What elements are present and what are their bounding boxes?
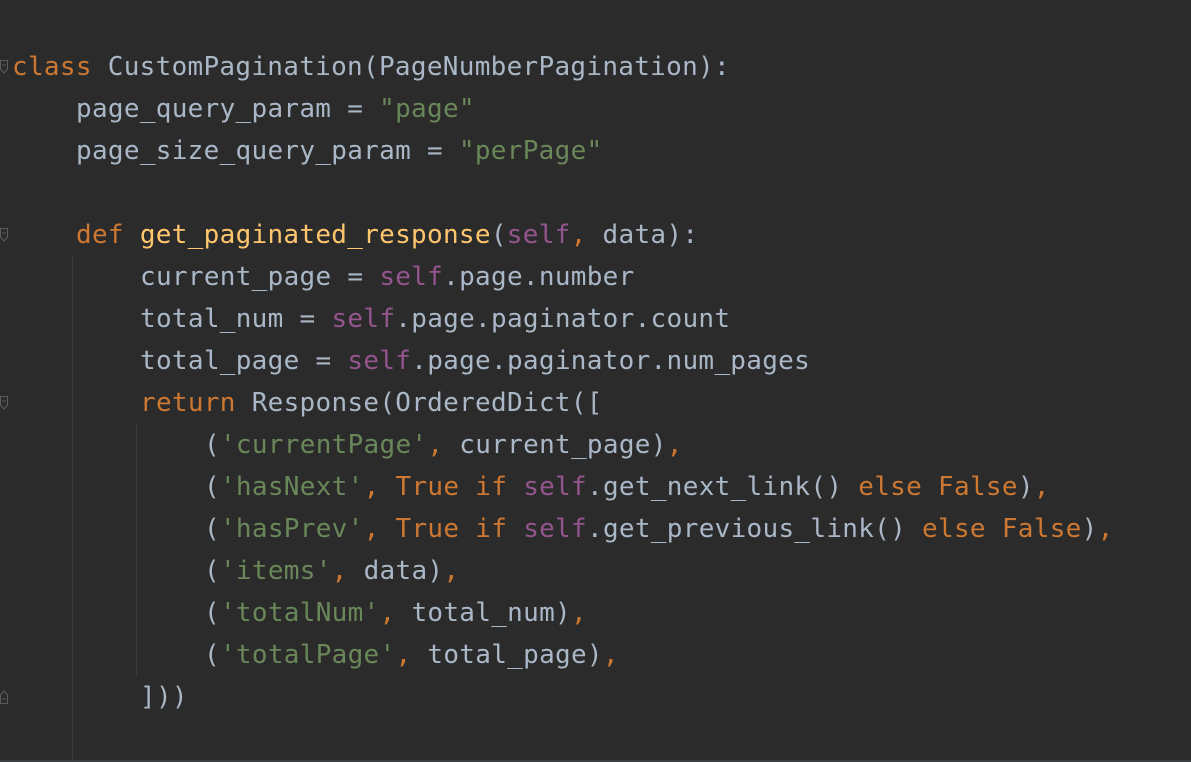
code-token-plain: ])) <box>140 682 188 712</box>
code-token-string: "perPage" <box>458 136 603 166</box>
code-token-self: self <box>523 472 588 502</box>
code-token-string: 'items' <box>219 556 332 586</box>
code-token-plain: ( <box>204 514 220 544</box>
code-token-plain: ( <box>204 640 220 670</box>
code-line[interactable]: page_query_param = "page" <box>76 88 475 130</box>
code-token-keyword: else <box>858 472 923 502</box>
code-token-plain: data): <box>586 220 699 250</box>
code-token-string: 'totalNum' <box>219 598 380 628</box>
code-token-plain: ( <box>204 556 220 586</box>
code-token-self: self <box>331 304 396 334</box>
code-token-punct: , <box>363 514 380 544</box>
code-token-keyword: class <box>12 52 92 82</box>
code-line[interactable]: ('hasPrev', True if self.get_previous_li… <box>204 508 1114 550</box>
code-token-string: 'totalPage' <box>219 640 396 670</box>
code-token-plain: .page.paginator.num_pages <box>411 346 811 376</box>
code-line[interactable]: ('hasNext', True if self.get_next_link()… <box>204 466 1050 508</box>
code-line[interactable]: ('totalPage', total_page), <box>204 634 619 676</box>
code-line[interactable]: total_num = self.page.paginator.count <box>140 298 730 340</box>
code-token-self: self <box>506 220 571 250</box>
code-token-punct: , <box>331 556 348 586</box>
code-token-plain: total_page = <box>140 346 348 376</box>
code-token-punct: , <box>570 220 587 250</box>
code-token-punct: , <box>395 640 412 670</box>
fold-close-icon[interactable] <box>0 690 8 704</box>
code-token-plain: page_query_param = <box>76 94 380 124</box>
code-line[interactable]: page_size_query_param = "perPage" <box>76 130 602 172</box>
fold-open-icon[interactable] <box>0 396 8 410</box>
code-token-plain: data) <box>347 556 444 586</box>
code-token-plain: total_num = <box>140 304 332 334</box>
code-token-plain: current_page = <box>140 262 380 292</box>
code-token-keyword: else <box>922 514 986 544</box>
code-token-punct: , <box>363 472 380 502</box>
code-line[interactable]: current_page = self.page.number <box>140 256 635 298</box>
code-token-string: 'hasPrev' <box>219 514 364 544</box>
code-line[interactable]: ('currentPage', current_page), <box>204 424 683 466</box>
code-token-plain: .get_previous_link() <box>587 514 923 544</box>
code-token-keyword: return <box>140 388 236 418</box>
code-token-plain: ) <box>1017 472 1034 502</box>
code-token-plain: current_page) <box>443 430 667 460</box>
code-token-plain: .page.number <box>443 262 635 292</box>
code-token-punct: , <box>666 430 683 460</box>
code-token-keyword: False <box>938 472 1018 502</box>
code-token-self: self <box>347 346 412 376</box>
code-token-plain: ) <box>1081 514 1098 544</box>
code-token-punct: , <box>570 598 587 628</box>
code-token-class-name: CustomPagination <box>107 52 364 82</box>
code-token-self: self <box>523 514 588 544</box>
fold-open-icon[interactable] <box>0 60 8 74</box>
code-token-punct: , <box>427 430 444 460</box>
code-token-plain: .get_next_link() <box>587 472 859 502</box>
code-token-plain: ( <box>204 472 220 502</box>
code-line[interactable]: total_page = self.page.paginator.num_pag… <box>140 340 810 382</box>
code-token-plain: page_size_query_param = <box>76 136 459 166</box>
code-token-plain: ( <box>204 430 220 460</box>
code-line[interactable]: def get_paginated_response(self, data): <box>76 214 698 256</box>
code-token-string: "page" <box>379 94 475 124</box>
code-line[interactable]: return Response(OrderedDict([ <box>140 382 603 424</box>
code-token-keyword: def <box>76 220 124 250</box>
code-token-self: self <box>379 262 444 292</box>
code-token-plain: total_page) <box>411 640 603 670</box>
code-token-keyword: True <box>395 514 460 544</box>
code-token-keyword: True <box>395 472 460 502</box>
code-line[interactable]: ('items', data), <box>204 550 459 592</box>
code-token-function: get_paginated_response <box>139 220 491 250</box>
code-token-keyword: if <box>475 472 508 502</box>
code-line[interactable]: class CustomPagination(PageNumberPaginat… <box>12 46 730 88</box>
code-token-punct: , <box>379 598 396 628</box>
indent-guide <box>72 256 73 762</box>
code-token-plain: (PageNumberPagination): <box>363 52 730 82</box>
fold-open-icon[interactable] <box>0 228 8 242</box>
code-token-punct: , <box>602 640 619 670</box>
code-token-plain: ( <box>490 220 507 250</box>
code-editor[interactable]: class CustomPagination(PageNumberPaginat… <box>0 0 1191 762</box>
code-token-punct: , <box>443 556 460 586</box>
code-token-string: 'hasNext' <box>219 472 364 502</box>
code-token-keyword: if <box>475 514 508 544</box>
code-token-plain: Response(OrderedDict([ <box>235 388 603 418</box>
code-token-string: 'currentPage' <box>219 430 428 460</box>
code-line[interactable]: ('totalNum', total_num), <box>204 592 587 634</box>
code-token-keyword: False <box>1001 514 1082 544</box>
code-token-plain: ( <box>204 598 220 628</box>
code-token-plain: .page.paginator.count <box>395 304 731 334</box>
code-token-plain: total_num) <box>395 598 571 628</box>
code-token-punct: , <box>1097 514 1114 544</box>
indent-guide <box>136 424 137 676</box>
code-token-punct: , <box>1033 472 1050 502</box>
code-line[interactable]: ])) <box>140 676 188 718</box>
